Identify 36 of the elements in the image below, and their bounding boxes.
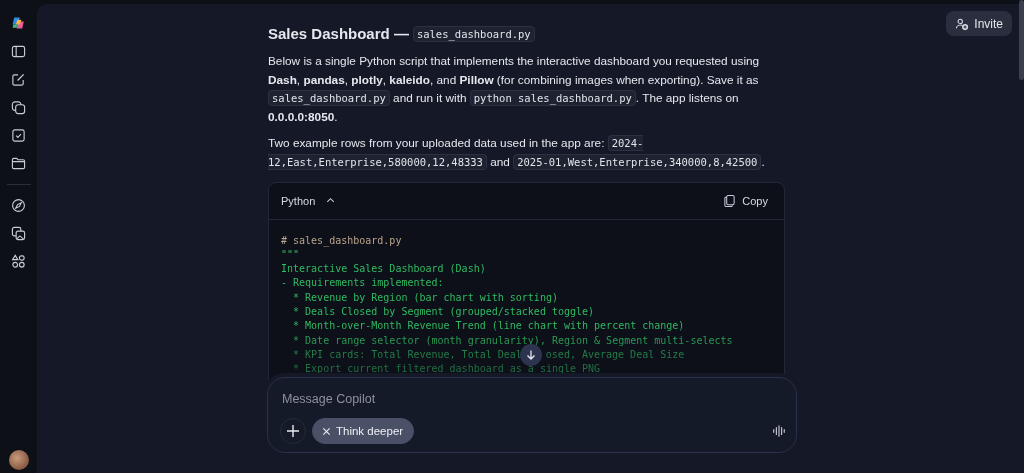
copy-button[interactable]: Copy bbox=[721, 192, 770, 210]
code-line: * Date range selector (month granularity), Region & Segment multi-selects bbox=[292, 333, 733, 348]
new-chat-icon[interactable] bbox=[11, 72, 26, 87]
checkbox-icon[interactable] bbox=[11, 128, 26, 143]
code-line: # sales_dashboard.py bbox=[281, 233, 402, 248]
plus-icon bbox=[286, 424, 300, 438]
code-line: * Deals Closed by Segment (grouped/stacked toggle) bbox=[292, 305, 595, 320]
think-deeper-chip[interactable]: Think deeper bbox=[312, 418, 415, 444]
code-line: * KPI cards: Total Revenue, Total Deal bbox=[292, 347, 522, 362]
compass-icon[interactable] bbox=[11, 198, 26, 213]
avatar[interactable] bbox=[8, 450, 29, 470]
folder-icon[interactable] bbox=[11, 156, 26, 171]
copy-icon bbox=[723, 194, 737, 208]
apps-icon[interactable] bbox=[11, 254, 26, 269]
close-icon bbox=[322, 426, 331, 436]
paragraph: Two example rows from your uploaded data used in the app are: 2024-12,East,Enterprise,580000,12,48333 and 2025-01,West,Enterprise,340000,8,42500 . bbox=[268, 134, 766, 172]
code-line: """ bbox=[281, 247, 300, 262]
copy-pages-icon[interactable] bbox=[11, 100, 26, 115]
paragraph: Below is a single Python script that implements the interactive dashboard you requested using Dash, pandas, plotly, kaleido, and Pillow (for combining images when exporting). Save it as sales_dashboard.py and run it with python sales_dashboard.py . The app listens on 0.0.0.0:8050. bbox=[268, 53, 761, 126]
code-line: * Revenue by Region (bar chart with sorting) bbox=[292, 290, 558, 305]
code-line: * Month-over-Month Revenue Trend (line chart with percent change) bbox=[292, 319, 685, 334]
images-icon[interactable] bbox=[11, 226, 26, 241]
add-person-icon bbox=[955, 16, 970, 31]
voice-icon[interactable] bbox=[772, 424, 786, 438]
arrow-down-icon bbox=[525, 348, 537, 361]
code-line: osed, Average Deal Size bbox=[545, 347, 685, 362]
message-input[interactable]: Message Copilot bbox=[280, 390, 764, 408]
invite-button[interactable]: Invite bbox=[946, 11, 1012, 36]
sidebar-toggle-icon[interactable] bbox=[11, 44, 26, 59]
copilot-logo-icon[interactable] bbox=[10, 15, 27, 31]
code-line: * Export current filtered dashboard as a single PNG bbox=[292, 362, 601, 377]
language-label: Python bbox=[281, 194, 316, 207]
heading: Sales Dashboard — sales_dashboard.py bbox=[268, 25, 785, 42]
code-line: Interactive Sales Dashboard (Dash) bbox=[281, 262, 486, 277]
scrollbar[interactable] bbox=[1019, 0, 1024, 80]
code-line: - Requirements implemented: bbox=[281, 276, 444, 291]
